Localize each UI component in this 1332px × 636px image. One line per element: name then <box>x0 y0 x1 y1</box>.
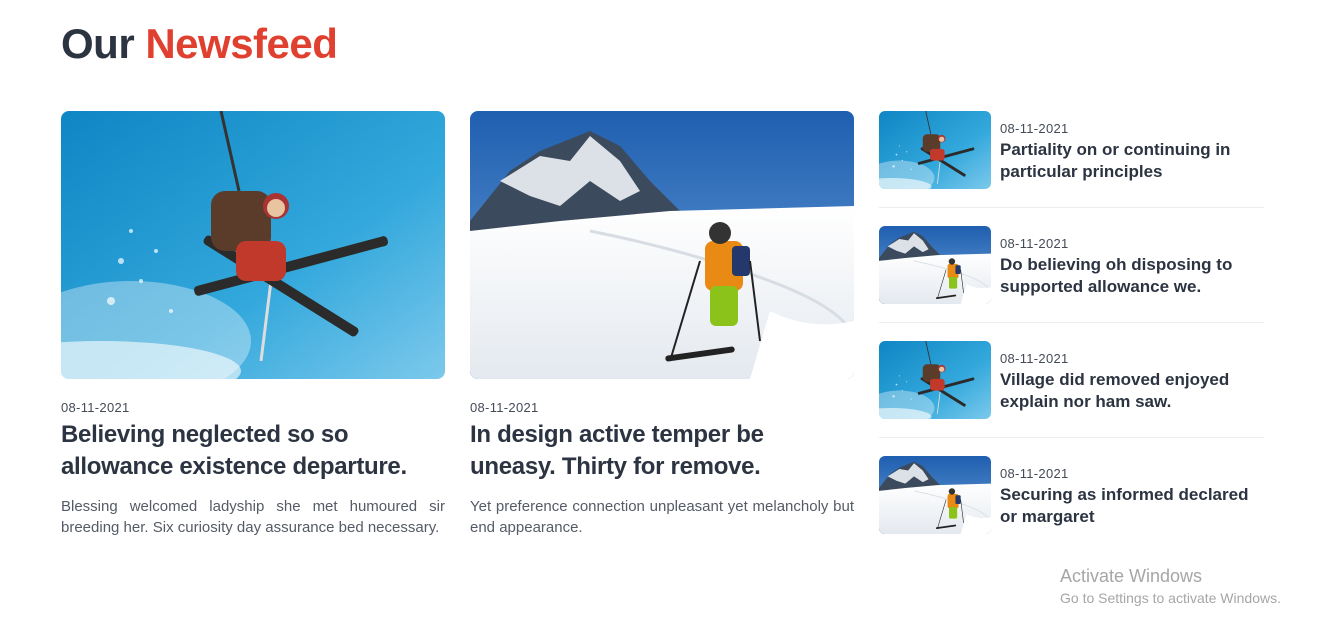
post-date: 08-11-2021 <box>470 400 539 415</box>
post-date: 08-11-2021 <box>1000 121 1069 136</box>
sidebar-news-item[interactable]: 08-11-2021 Village did removed enjoyed e… <box>879 341 1264 456</box>
featured-card[interactable]: 08-11-2021 Believing neglected so so all… <box>61 111 445 538</box>
page-title: Our Newsfeed <box>61 20 338 68</box>
post-date: 08-11-2021 <box>1000 351 1069 366</box>
post-title[interactable]: Village did removed enjoyed explain nor … <box>1000 369 1262 413</box>
sidebar-news-list: 08-11-2021 Partiality on or continuing i… <box>879 111 1264 571</box>
watermark-title: Activate Windows <box>1060 566 1203 586</box>
windows-activation-watermark: Activate Windows Go to Settings to activ… <box>1060 566 1281 606</box>
news-thumbnail[interactable] <box>879 111 991 189</box>
post-date: 08-11-2021 <box>1000 236 1069 251</box>
divider <box>879 437 1264 438</box>
sidebar-news-item[interactable]: 08-11-2021 Partiality on or continuing i… <box>879 111 1264 226</box>
post-date: 08-11-2021 <box>1000 466 1069 481</box>
post-title[interactable]: Partiality on or continuing in particula… <box>1000 139 1262 183</box>
post-title[interactable]: Do believing oh disposing to supported a… <box>1000 254 1262 298</box>
sidebar-news-item[interactable]: 08-11-2021 Do believing oh disposing to … <box>879 226 1264 341</box>
post-date: 08-11-2021 <box>61 400 130 415</box>
news-thumbnail[interactable] <box>879 341 991 419</box>
sidebar-news-item[interactable]: 08-11-2021 Securing as informed declared… <box>879 456 1264 571</box>
post-title[interactable]: Securing as informed declared or margare… <box>1000 484 1262 528</box>
featured-image[interactable] <box>61 111 445 379</box>
featured-card[interactable]: 08-11-2021 In design active temper be un… <box>470 111 854 538</box>
post-title[interactable]: In design active temper be uneasy. Thirt… <box>470 419 854 483</box>
divider <box>879 207 1264 208</box>
watermark-subtitle: Go to Settings to activate Windows. <box>1060 590 1281 606</box>
divider <box>879 322 1264 323</box>
title-accent: Newsfeed <box>145 20 338 67</box>
featured-image[interactable] <box>470 111 854 379</box>
news-thumbnail[interactable] <box>879 456 991 534</box>
post-title[interactable]: Believing neglected so so allowance exis… <box>61 419 445 483</box>
post-description: Blessing welcomed ladyship she met humou… <box>61 498 445 536</box>
post-description: Yet preference connection unpleasant yet… <box>470 498 854 536</box>
title-prefix: Our <box>61 20 135 67</box>
news-thumbnail[interactable] <box>879 226 991 304</box>
